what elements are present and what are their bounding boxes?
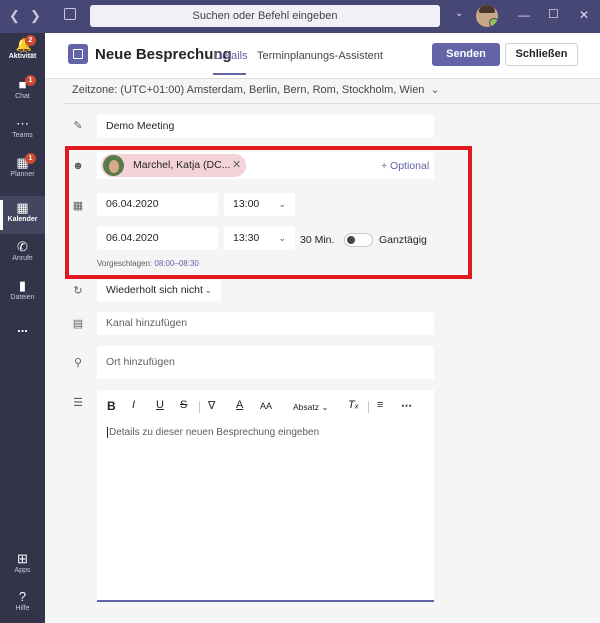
send-button[interactable]: Senden <box>432 43 500 66</box>
rail-item-activity[interactable]: 🔔 2 Aktivität <box>0 33 45 71</box>
close-icon[interactable]: ✕ <box>579 8 589 22</box>
location-icon: ⚲ <box>73 357 83 369</box>
chevron-down-icon: ⌄ <box>204 285 212 295</box>
toolbar-divider <box>199 401 200 413</box>
repeat-value: Wiederholt sich nicht <box>106 284 203 296</box>
paragraph-select[interactable]: Absatz ⌄ <box>293 402 328 413</box>
list-icon[interactable]: ≡ <box>377 399 383 411</box>
rail-label: Dateien <box>10 294 35 301</box>
rail-item-files[interactable]: ▮ Dateien <box>0 274 45 312</box>
status-dot <box>489 18 498 27</box>
clear-format-icon[interactable]: Tₓ <box>348 399 359 411</box>
rail-item-more[interactable]: ... <box>0 316 45 354</box>
rail-item-planner[interactable]: ▦ 1 Planner <box>0 151 45 189</box>
title-bar: ❮ ❯ Suchen oder Befehl eingeben ⌄ — ☐ ✕ <box>0 0 600 33</box>
underline-icon[interactable]: U <box>156 399 164 411</box>
teams-icon: ⋯ <box>16 116 29 131</box>
more-icon: ... <box>17 320 28 335</box>
app-rail: 🔔 2 Aktivität ■ 1 Chat ⋯ Teams ▦ 1 Plann… <box>0 33 45 623</box>
font-size-icon[interactable]: AA <box>260 401 272 411</box>
rail-item-help[interactable]: ? Hilfe <box>0 585 45 623</box>
close-button[interactable]: Schließen <box>505 43 578 66</box>
tab-details[interactable]: Details <box>214 50 248 62</box>
title-input[interactable]: Demo Meeting <box>97 115 434 138</box>
chevron-down-icon: ⌄ <box>430 84 440 96</box>
phone-icon: ✆ <box>17 239 28 254</box>
rail-label: Aktivität <box>8 53 37 60</box>
details-editor[interactable]: B I U S ∇ A AA Absatz ⌄ Tₓ ≡ ⋯ Details z… <box>97 390 434 602</box>
timezone-label: Zeitzone: (UTC+01:00) Amsterdam, Berlin,… <box>72 84 425 96</box>
meeting-header: Neue Besprechung Details Terminplanungs-… <box>45 33 600 79</box>
highlight-box <box>65 146 472 279</box>
repeat-icon: ↻ <box>73 285 83 297</box>
bold-icon[interactable]: B <box>107 399 116 413</box>
details-icon: ☰ <box>73 397 83 409</box>
calendar-icon: ▦ <box>16 200 29 215</box>
rail-label: Anrufe <box>12 255 33 262</box>
channel-icon: ▤ <box>72 318 84 330</box>
details-placeholder: Details zu dieser neuen Besprechung eing… <box>107 427 320 438</box>
rail-label: Chat <box>15 93 30 100</box>
page-title: Neue Besprechung <box>95 46 232 63</box>
divider <box>64 103 600 104</box>
tab-scheduling-assistant[interactable]: Terminplanungs-Assistent <box>257 50 383 62</box>
strikethrough-icon[interactable]: S <box>180 399 187 411</box>
rail-label: Hilfe <box>15 605 30 612</box>
activity-badge: 2 <box>25 35 36 46</box>
forward-icon[interactable]: ❯ <box>30 8 41 24</box>
chat-badge: 1 <box>25 75 36 86</box>
chevron-down-icon[interactable]: ⌄ <box>455 8 463 19</box>
rail-item-calls[interactable]: ✆ Anrufe <box>0 235 45 273</box>
back-icon[interactable]: ❮ <box>9 8 20 24</box>
timezone-selector[interactable]: Zeitzone: (UTC+01:00) Amsterdam, Berlin,… <box>72 83 440 96</box>
calendar-icon <box>68 44 88 64</box>
rail-label: Kalender <box>7 216 38 223</box>
help-icon: ? <box>18 589 27 604</box>
avatar[interactable] <box>476 5 498 27</box>
rail-label: Teams <box>12 132 33 139</box>
search-input[interactable]: Suchen oder Befehl eingeben <box>90 5 440 27</box>
location-input[interactable]: Ort hinzufügen <box>97 346 434 379</box>
rail-item-teams[interactable]: ⋯ Teams <box>0 112 45 150</box>
highlight-icon[interactable]: ∇ <box>208 399 215 412</box>
rail-item-apps[interactable]: ⊞ Apps <box>0 547 45 585</box>
planner-badge: 1 <box>25 153 36 164</box>
compose-icon[interactable] <box>64 8 76 20</box>
active-tab-indicator <box>213 73 246 75</box>
font-color-icon[interactable]: A <box>236 399 243 411</box>
rail-label: Apps <box>14 567 31 574</box>
minimize-icon[interactable]: — <box>518 8 530 22</box>
rail-label: Planner <box>10 171 35 178</box>
italic-icon[interactable]: I <box>132 399 135 411</box>
pencil-icon: ✎ <box>73 120 83 132</box>
more-options-icon[interactable]: ⋯ <box>401 399 412 412</box>
toolbar-divider <box>368 401 369 413</box>
files-icon: ▮ <box>18 278 27 293</box>
repeat-select[interactable]: Wiederholt sich nicht ⌄ <box>97 280 221 301</box>
paragraph-label: Absatz <box>293 402 319 412</box>
maximize-icon[interactable]: ☐ <box>548 7 559 21</box>
rail-item-calendar[interactable]: ▦ Kalender <box>0 196 45 234</box>
channel-input[interactable]: Kanal hinzufügen <box>97 312 434 335</box>
apps-icon: ⊞ <box>17 551 28 566</box>
rail-item-chat[interactable]: ■ 1 Chat <box>0 73 45 111</box>
